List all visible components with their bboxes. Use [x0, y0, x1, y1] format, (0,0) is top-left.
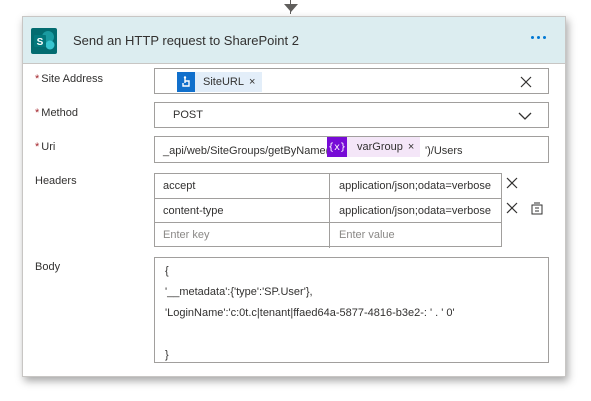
siteurl-token-label: SiteURL — [203, 76, 244, 88]
vargroup-token[interactable]: {x} varGroup × — [327, 137, 421, 157]
new-header-value-input[interactable]: Enter value — [337, 223, 501, 247]
method-dropdown[interactable]: POST — [154, 102, 549, 128]
headers-label: Headers — [35, 175, 77, 187]
uri-prefix: _api/web/SiteGroups/getByName(' — [163, 145, 332, 157]
site-address-field[interactable]: SiteURL × — [154, 68, 549, 94]
arrow-down-icon — [284, 4, 298, 12]
delete-row-icon[interactable] — [506, 202, 518, 214]
body-line: 'LoginName':'c:0t.c|tenant|ffaed64a-5877… — [165, 307, 455, 319]
table-row: accept application/json;odata=verbose — [155, 174, 501, 199]
table-row: Enter key Enter value — [155, 222, 501, 247]
svg-text:S: S — [37, 37, 44, 48]
flow-canvas: S Send an HTTP request to SharePoint 2 *… — [0, 0, 591, 401]
more-options-icon[interactable] — [531, 36, 551, 42]
body-textarea[interactable]: { '__metadata':{'type':'SP.User'}, 'Logi… — [154, 257, 549, 363]
action-card: S Send an HTTP request to SharePoint 2 *… — [22, 16, 566, 377]
header-key-input[interactable]: accept — [163, 174, 323, 198]
header-key-input[interactable]: content-type — [163, 199, 323, 223]
site-address-label: * Site Address — [35, 73, 103, 85]
headers-table: accept application/json;odata=verbose co… — [154, 173, 502, 248]
delete-row-icon[interactable] — [506, 177, 518, 189]
required-marker: * — [35, 73, 40, 85]
touch-hand-icon — [177, 72, 195, 92]
new-header-key-input[interactable]: Enter key — [163, 223, 323, 247]
siteurl-token-remove-icon[interactable]: × — [249, 76, 255, 88]
method-value: POST — [173, 109, 203, 121]
clear-icon[interactable] — [519, 75, 533, 89]
uri-label-text: Uri — [41, 141, 56, 153]
required-marker: * — [35, 107, 40, 119]
body-label: Body — [35, 261, 61, 273]
action-title: Send an HTTP request to SharePoint 2 — [73, 33, 299, 48]
method-label-text: Method — [41, 107, 78, 119]
body-line: '__metadata':{'type':'SP.User'}, — [165, 286, 313, 298]
site-address-label-text: Site Address — [41, 73, 104, 85]
uri-label: * Uri — [35, 141, 55, 153]
sharepoint-icon: S — [31, 28, 57, 54]
table-row: content-type application/json;odata=verb… — [155, 198, 501, 223]
body-line: { — [165, 265, 169, 277]
body-line: } — [165, 349, 169, 361]
uri-field[interactable]: _api/web/SiteGroups/getByName(' {x} varG… — [154, 136, 549, 163]
body-line — [165, 327, 538, 348]
required-marker: * — [35, 141, 40, 153]
action-card-header[interactable]: S Send an HTTP request to SharePoint 2 — [23, 17, 565, 64]
method-label: * Method — [35, 107, 78, 119]
chevron-down-icon[interactable] — [518, 111, 532, 121]
variable-icon: {x} — [327, 137, 347, 157]
header-value-input[interactable]: application/json;odata=verbose — [337, 174, 501, 198]
vargroup-token-remove-icon[interactable]: × — [408, 141, 414, 153]
siteurl-token[interactable]: SiteURL × — [177, 72, 263, 92]
header-value-input[interactable]: application/json;odata=verbose — [337, 199, 501, 223]
vargroup-token-label: varGroup — [357, 141, 403, 153]
uri-suffix: ')/Users — [425, 145, 463, 157]
switch-to-text-mode-icon[interactable] — [531, 202, 543, 215]
